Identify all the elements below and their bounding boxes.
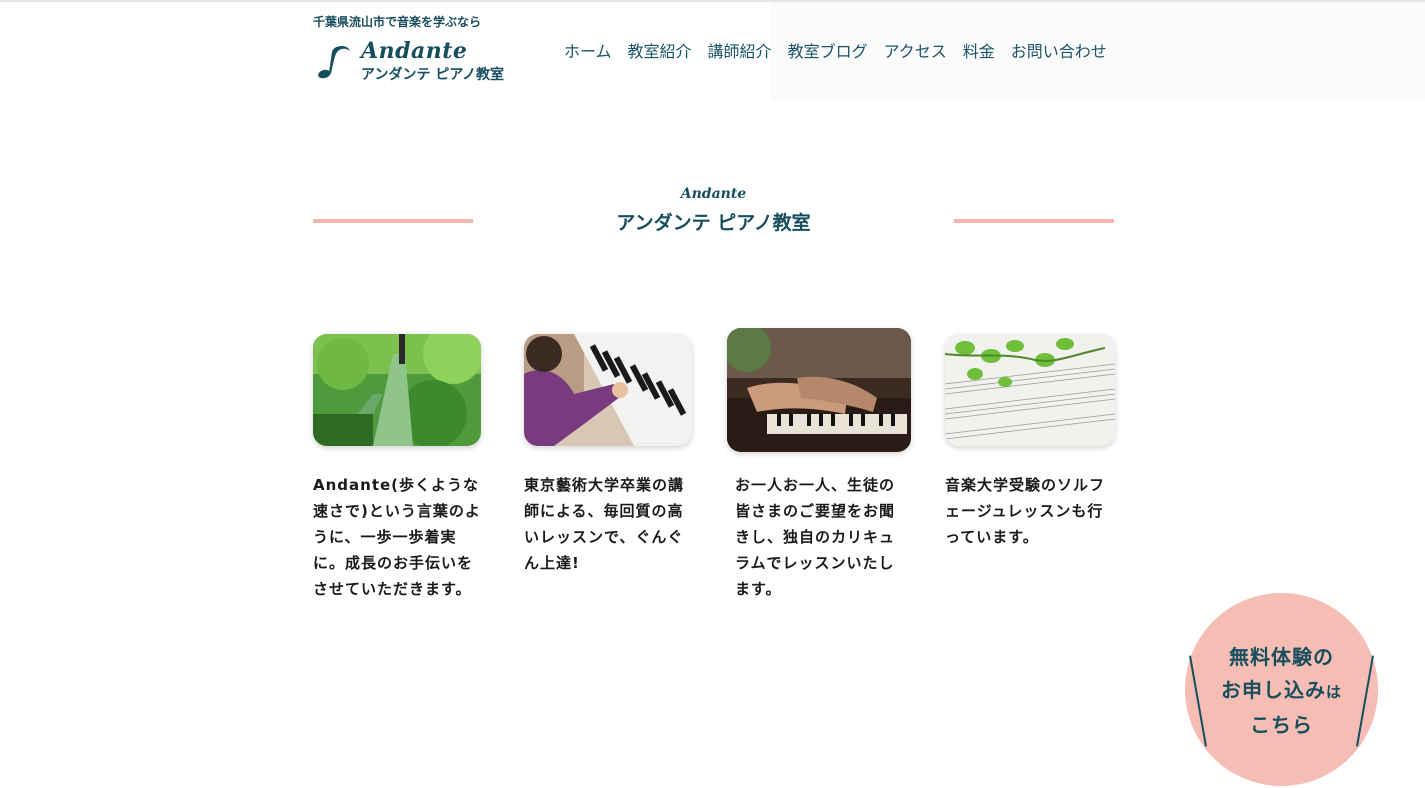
nav-item-teacher[interactable]: 講師紹介 — [700, 40, 780, 64]
card-description: お一人お一人、生徒の皆さまのご要望をお聞きし、独自のカリキュラムでレッスンいたし… — [735, 476, 896, 598]
section-heading-en: Andante — [680, 186, 747, 202]
nav-item-contact[interactable]: お問い合わせ — [1003, 40, 1115, 64]
nav-item-blog[interactable]: 教室ブログ — [780, 40, 876, 64]
card-description: 音楽大学受験のソルフェージュレッスンも行っています。 — [945, 476, 1106, 546]
nav-item-home[interactable]: ホーム — [556, 40, 620, 64]
nav-item-fees[interactable]: 料金 — [955, 40, 1003, 64]
cta-line-3: こちら — [1250, 713, 1313, 737]
sheet-music-leaves-photo — [945, 334, 1115, 446]
cta-line-1: 無料体験の — [1229, 645, 1334, 669]
cta-line-2a: お申し込み — [1220, 678, 1326, 702]
card-description: 東京藝術大学卒業の講師による、毎回質の高いレッスンで、ぐんぐん上達! — [524, 476, 685, 572]
forest-boardwalk-photo — [313, 334, 481, 446]
header-tagline: 千葉県流山市で音楽を学ぶなら — [313, 15, 482, 29]
nav-item-access[interactable]: アクセス — [876, 40, 955, 64]
heading-rule-right — [954, 219, 1114, 223]
cta-line-2b: は — [1325, 683, 1342, 701]
cta-label: 無料体験の お申し込みは こちら — [1185, 641, 1378, 742]
music-note-icon — [318, 46, 350, 79]
free-trial-cta-button[interactable]: 無料体験の お申し込みは こちら — [1185, 593, 1378, 786]
site-logo[interactable]: Andante アンダンテ ピアノ教室 — [313, 38, 523, 88]
logo-wordmark-jp: アンダンテ ピアノ教室 — [361, 67, 505, 83]
logo-wordmark-en: Andante — [361, 38, 468, 64]
card-description: Andante(歩くような速さで)という言葉のように、一歩一歩着実に。成長のお手… — [313, 476, 481, 598]
nav-item-about[interactable]: 教室紹介 — [620, 40, 700, 64]
hands-on-piano-photo — [727, 328, 911, 452]
section-heading: Andante アンダンテ ピアノ教室 — [313, 186, 1114, 242]
cta-line-2: お申し込みは — [1185, 674, 1378, 709]
child-playing-keyboard-photo — [524, 334, 692, 446]
main-nav: ホーム 教室紹介 講師紹介 教室ブログ アクセス 料金 お問い合わせ — [556, 40, 1115, 64]
